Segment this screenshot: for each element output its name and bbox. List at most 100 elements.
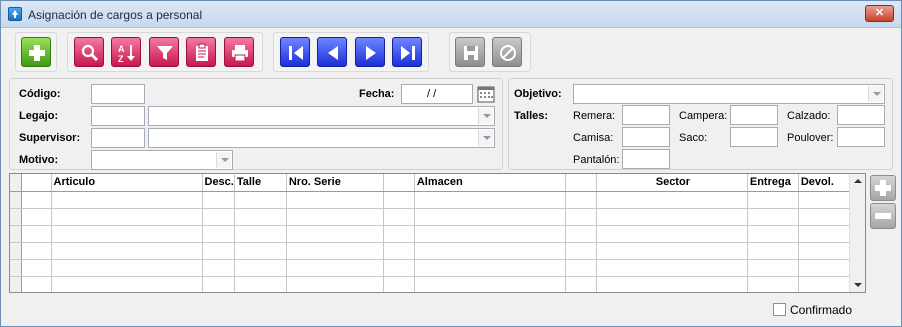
grid-cell[interactable]	[51, 276, 203, 292]
grid-cell[interactable]	[747, 208, 799, 226]
grid-cell[interactable]	[565, 208, 597, 226]
grid-cell[interactable]	[234, 276, 287, 292]
cancel-button[interactable]	[492, 37, 522, 67]
grid-body[interactable]	[10, 191, 851, 292]
grid-cell[interactable]	[798, 225, 851, 243]
grid-cell[interactable]	[414, 225, 566, 243]
grid-cell[interactable]	[596, 208, 748, 226]
chevron-down-icon[interactable]	[868, 86, 883, 102]
grid-cell[interactable]	[565, 276, 597, 292]
grid-cell[interactable]	[286, 259, 384, 277]
grid-cell[interactable]	[21, 242, 52, 260]
grid-cell[interactable]	[414, 259, 566, 277]
grid-cell[interactable]	[234, 242, 287, 260]
grid-cell[interactable]	[21, 208, 52, 226]
legajo-name-combo[interactable]	[148, 106, 495, 126]
remove-row-button[interactable]	[870, 203, 896, 229]
grid-cell[interactable]	[202, 225, 235, 243]
grid-cell[interactable]	[383, 225, 415, 243]
grid-cell[interactable]	[596, 276, 748, 292]
codigo-field[interactable]	[91, 84, 145, 104]
fecha-field[interactable]: / /	[401, 84, 473, 104]
grid-cell[interactable]	[202, 208, 235, 226]
grid-cell[interactable]	[747, 225, 799, 243]
calendar-icon[interactable]	[477, 85, 495, 103]
scroll-down-icon[interactable]	[854, 283, 862, 287]
grid-cell[interactable]	[51, 208, 203, 226]
campera-field[interactable]	[730, 105, 778, 125]
filter-button[interactable]	[149, 37, 179, 67]
grid-cell[interactable]	[202, 242, 235, 260]
grid-cell[interactable]	[414, 191, 566, 209]
grid-cell[interactable]	[798, 276, 851, 292]
grid-cell[interactable]	[747, 259, 799, 277]
column-header-talle[interactable]: Talle	[234, 174, 287, 192]
grid-cell[interactable]	[51, 225, 203, 243]
legajo-code-field[interactable]	[91, 106, 145, 126]
grid-cell[interactable]	[565, 191, 597, 209]
grid-cell[interactable]	[286, 242, 384, 260]
supervisor-name-combo[interactable]	[148, 128, 495, 148]
grid-cell[interactable]	[286, 191, 384, 209]
grid-cell[interactable]	[798, 191, 851, 209]
grid-scrollbar[interactable]	[849, 174, 865, 292]
grid-cell[interactable]	[596, 225, 748, 243]
camisa-field[interactable]	[622, 127, 670, 147]
grid-cell[interactable]	[383, 191, 415, 209]
table-row[interactable]	[10, 242, 851, 260]
grid-cell[interactable]	[234, 191, 287, 209]
column-header-almacen[interactable]: Almacen	[414, 174, 566, 192]
grid-cell[interactable]	[596, 242, 748, 260]
grid-cell[interactable]	[234, 225, 287, 243]
confirmado-checkbox[interactable]	[773, 303, 786, 316]
grid-cell[interactable]	[596, 191, 748, 209]
title-bar[interactable]: Asignación de cargos a personal ✕	[1, 1, 901, 28]
column-header-devol[interactable]: Devol.	[798, 174, 851, 192]
supervisor-code-field[interactable]	[91, 128, 145, 148]
poulover-field[interactable]	[837, 127, 885, 147]
grid-cell[interactable]	[383, 242, 415, 260]
grid-cell[interactable]	[798, 242, 851, 260]
grid-cell[interactable]	[286, 208, 384, 226]
grid-cell[interactable]	[202, 259, 235, 277]
column-header-desc[interactable]: Desc.	[202, 174, 235, 192]
grid-cell[interactable]	[21, 225, 52, 243]
pantalon-field[interactable]	[622, 149, 670, 169]
grid-cell[interactable]	[414, 242, 566, 260]
grid-cell[interactable]	[798, 259, 851, 277]
report-button[interactable]	[186, 37, 216, 67]
grid-cell[interactable]	[414, 276, 566, 292]
table-row[interactable]	[10, 259, 851, 277]
grid-cell[interactable]	[51, 259, 203, 277]
cargos-grid[interactable]: Articulo Desc. Talle Nro. Serie Almacen …	[9, 173, 866, 293]
grid-cell[interactable]	[234, 259, 287, 277]
grid-cell[interactable]	[383, 276, 415, 292]
add-row-button[interactable]	[870, 175, 896, 201]
column-header-articulo[interactable]: Articulo	[51, 174, 203, 192]
table-row[interactable]	[10, 191, 851, 209]
add-button[interactable]	[21, 37, 51, 67]
grid-cell[interactable]	[21, 259, 52, 277]
column-header-nro-serie[interactable]: Nro. Serie	[286, 174, 384, 192]
grid-cell[interactable]	[383, 259, 415, 277]
grid-cell[interactable]	[234, 208, 287, 226]
grid-cell[interactable]	[798, 208, 851, 226]
motivo-combo[interactable]	[91, 150, 233, 170]
grid-cell[interactable]	[286, 225, 384, 243]
grid-cell[interactable]	[202, 191, 235, 209]
first-record-button[interactable]	[280, 37, 310, 67]
grid-cell[interactable]	[51, 191, 203, 209]
calzado-field[interactable]	[837, 105, 885, 125]
chevron-down-icon[interactable]	[478, 130, 493, 146]
table-row[interactable]	[10, 276, 851, 292]
grid-cell[interactable]	[565, 225, 597, 243]
grid-cell[interactable]	[747, 191, 799, 209]
search-button[interactable]	[74, 37, 104, 67]
chevron-down-icon[interactable]	[478, 108, 493, 124]
objetivo-combo[interactable]	[573, 84, 885, 104]
sort-button[interactable]: AZ	[111, 37, 141, 67]
saco-field[interactable]	[730, 127, 778, 147]
last-record-button[interactable]	[392, 37, 422, 67]
grid-cell[interactable]	[51, 242, 203, 260]
grid-cell[interactable]	[21, 191, 52, 209]
